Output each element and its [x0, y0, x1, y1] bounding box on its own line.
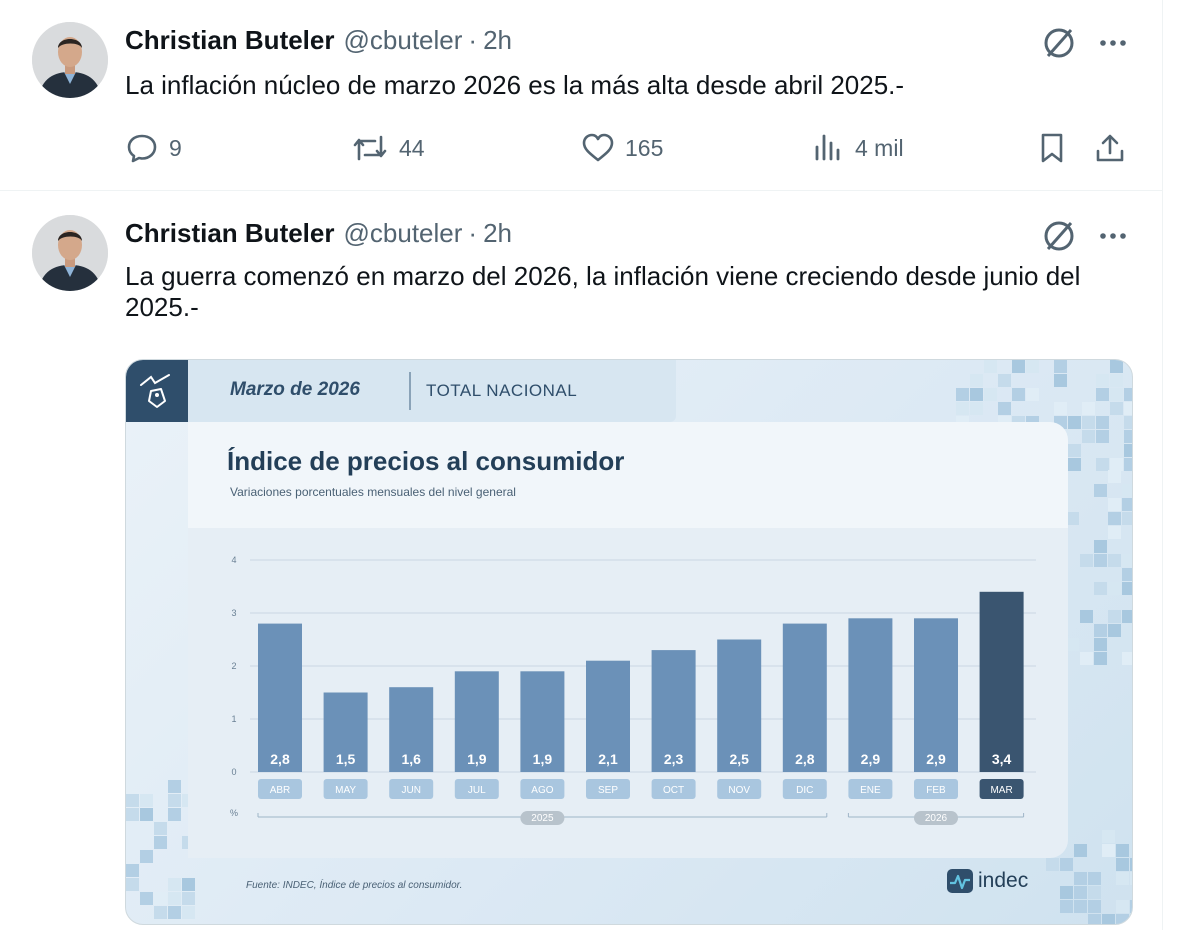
bar-value-label: 2,3 [664, 751, 684, 767]
bar [914, 618, 958, 772]
tweet-header: Christian Buteler @cbuteler · 2h [125, 215, 512, 251]
tweet-text: La guerra comenzó en marzo del 2026, la … [125, 261, 1081, 322]
avatar[interactable] [32, 215, 108, 291]
bar-chart-icon [815, 134, 840, 161]
x-tick-label: ABR [270, 785, 291, 796]
separator: · [468, 24, 478, 55]
tweet-actions: 9 44 165 4 mil [125, 130, 1135, 166]
timestamp[interactable]: 2h [483, 218, 512, 249]
bookmark-icon [1041, 133, 1063, 163]
separator: · [468, 217, 478, 248]
author-name[interactable]: Christian Buteler [125, 25, 335, 56]
bar [848, 618, 893, 772]
repost-button[interactable]: 44 [351, 130, 425, 166]
upload-icon [1096, 134, 1124, 162]
like-count: 165 [625, 134, 664, 161]
bar-value-label: 2,5 [729, 751, 749, 767]
bar-value-label: 2,1 [598, 751, 618, 767]
x-tick-label: JUN [401, 785, 420, 796]
y-tick-label: 0 [231, 767, 236, 777]
bar-value-label: 1,9 [467, 751, 487, 767]
year-label: 2025 [531, 813, 554, 824]
x-tick-label: FEB [926, 785, 946, 796]
more-dots-icon[interactable] [1094, 217, 1132, 255]
x-tick-label: JUL [468, 785, 486, 796]
tweet-text: La inflación núcleo de marzo 2026 es la … [125, 70, 905, 100]
speech-bubble-icon [127, 134, 157, 163]
more-dots-icon[interactable] [1094, 24, 1132, 62]
bar-value-label: 2,8 [795, 751, 815, 767]
bar [979, 591, 1024, 772]
bookmark-button[interactable] [1035, 130, 1079, 166]
x-tick-label: DIC [796, 785, 813, 796]
bar-value-label: 1,6 [401, 751, 421, 767]
grok-icon[interactable] [1040, 24, 1078, 62]
indec-logo: indec [946, 868, 1028, 894]
like-button[interactable]: 165 [581, 130, 663, 166]
reply-button[interactable]: 9 [125, 130, 182, 166]
indec-logo-text: indec [978, 869, 1029, 892]
y-tick-label: 1 [231, 714, 236, 724]
y-tick-label: 4 [231, 555, 236, 565]
tweet[interactable]: Christian Buteler @cbuteler · 2h La guer… [0, 191, 1162, 930]
author-handle[interactable]: @cbuteler [344, 25, 463, 56]
grok-icon[interactable] [1040, 217, 1078, 255]
view-count: 4 mil [855, 134, 904, 161]
x-tick-label: AGO [531, 785, 553, 796]
bar-chart: 0 1 2 3 4 2,8 ABR 1,5 MAY 1,6 JUN 1,9 JUL 1,9 AGO 2,1 SE… [230, 555, 1036, 825]
avatar[interactable] [32, 22, 108, 98]
bar-value-label: 2,9 [861, 751, 881, 767]
y-tick-label: 2 [231, 661, 236, 671]
x-tick-label: MAR [990, 785, 1012, 796]
repost-arrows-icon [353, 135, 387, 161]
bar-value-label: 1,9 [533, 751, 553, 767]
views-button[interactable]: 4 mil [811, 130, 904, 166]
author-handle[interactable]: @cbuteler [344, 218, 463, 249]
year-label: 2026 [925, 813, 948, 824]
indec-logo-icon [947, 869, 973, 893]
x-tick-label: OCT [663, 785, 684, 796]
x-tick-label: MAY [335, 785, 356, 796]
x-tick-label: ENE [860, 785, 881, 796]
bar-value-label: 1,5 [336, 751, 356, 767]
tweet-image[interactable]: Marzo de 2026 TOTAL NACIONAL Índice de p… [125, 359, 1133, 925]
author-name[interactable]: Christian Buteler [125, 218, 335, 249]
timestamp[interactable]: 2h [483, 25, 512, 56]
feed-column-border [1162, 0, 1163, 930]
bar [258, 623, 302, 772]
x-tick-label: SEP [598, 785, 618, 796]
heart-icon [582, 133, 614, 162]
reply-count: 9 [169, 134, 182, 161]
bar-value-label: 2,9 [926, 751, 946, 767]
y-unit-label: % [230, 808, 238, 818]
chart-source: Fuente: INDEC, Índice de precios al cons… [246, 880, 463, 891]
bar [782, 623, 827, 772]
bar-value-label: 3,4 [992, 751, 1012, 767]
tweet-header: Christian Buteler @cbuteler · 2h [125, 22, 512, 58]
bar-value-label: 2,8 [270, 751, 290, 767]
x-tick-label: NOV [728, 785, 750, 796]
tweet[interactable]: Christian Buteler @cbuteler · 2h La infl… [0, 0, 1162, 191]
share-button[interactable] [1093, 130, 1137, 166]
y-tick-label: 3 [231, 608, 236, 618]
repost-count: 44 [399, 134, 425, 161]
